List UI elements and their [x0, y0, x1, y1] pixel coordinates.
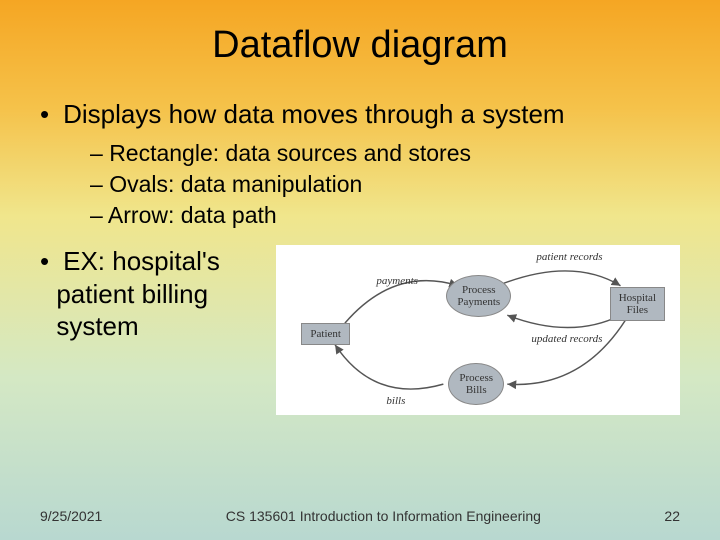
footer-date: 9/25/2021	[40, 508, 102, 524]
node-hospital-files: Hospital Files	[610, 287, 665, 321]
slide-title: Dataflow diagram	[0, 0, 720, 87]
bullet-dot: •	[40, 99, 49, 130]
ex-line1: EX: hospital's	[63, 246, 220, 276]
sub-bullet-3: Arrow: data path	[90, 200, 680, 231]
sub-bullets: Rectangle: data sources and stores Ovals…	[40, 138, 680, 231]
edge-patient-records: patient records	[536, 251, 602, 263]
footer-course: CS 135601 Introduction to Information En…	[226, 508, 541, 524]
content-area: • Displays how data moves through a syst…	[0, 99, 720, 415]
edge-updated-records: updated records	[531, 333, 602, 345]
edge-bills: bills	[386, 395, 405, 407]
ex-line3: system	[56, 311, 138, 341]
node-patient: Patient	[301, 323, 350, 345]
sub-bullet-2: Ovals: data manipulation	[90, 169, 680, 200]
node-process-payments: Process Payments	[446, 275, 511, 317]
example-row: •EX: hospital's • patient billing • syst…	[40, 245, 680, 415]
example-text: •EX: hospital's • patient billing • syst…	[40, 245, 266, 343]
bullet-dot: •	[40, 246, 49, 276]
bullet-main-1-text: Displays how data moves through a system	[63, 99, 564, 130]
dataflow-diagram: Patient Hospital Files Process Payments …	[276, 245, 680, 415]
sub-bullet-1: Rectangle: data sources and stores	[90, 138, 680, 169]
node-process-bills: Process Bills	[448, 363, 504, 405]
ex-line2: patient billing	[56, 279, 208, 309]
edge-payments: payments	[376, 275, 418, 287]
bullet-main-1: • Displays how data moves through a syst…	[40, 99, 680, 130]
footer: 9/25/2021 CS 135601 Introduction to Info…	[0, 508, 720, 524]
footer-page: 22	[664, 508, 680, 524]
